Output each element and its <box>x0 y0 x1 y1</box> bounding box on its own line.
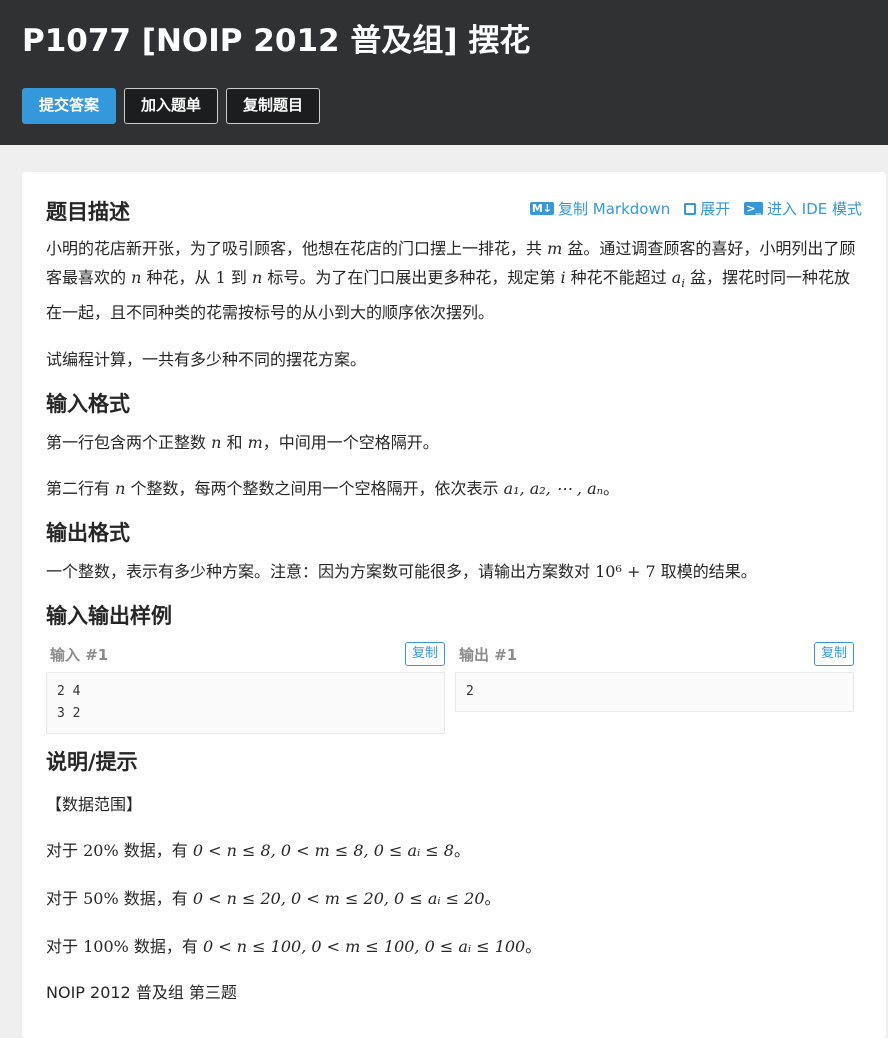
page-title: P1077 [NOIP 2012 普及组] 摆花 <box>22 23 531 59</box>
problem-source: NOIP 2012 普及组 第三题 <box>46 983 237 1003</box>
input-format-line-2: 第二行有 n 个整数，每两个整数之间用一个空格隔开，依次表示 a₁, a₂, ⋯… <box>46 479 620 499</box>
expand-icon <box>684 202 697 215</box>
data-range-label: 【数据范围】 <box>46 795 143 815</box>
data-range-50: 对于 50% 数据，有 0 < n ≤ 20, 0 < m ≤ 20, 0 ≤ … <box>46 889 501 909</box>
sample-input: 输入 #1 复制 2 4 3 2 <box>46 640 445 735</box>
description-paragraph: 小明的花店新开张，为了吸引顾客，他想在花店的门口摆上一排花，共 m 盆。通过调查… <box>46 239 856 323</box>
description-question: 试编程计算，一共有多少种不同的摆花方案。 <box>46 350 367 370</box>
sample-output-content: 2 <box>455 672 854 713</box>
sample-output-label: 输出 #1 <box>459 645 518 664</box>
copy-problem-button[interactable]: 复制题目 <box>226 88 321 124</box>
copy-input-button[interactable]: 复制 <box>404 642 445 667</box>
data-range-20: 对于 20% 数据，有 0 < n ≤ 8, 0 < m ≤ 8, 0 ≤ aᵢ… <box>46 841 470 861</box>
submit-answer-button[interactable]: 提交答案 <box>22 88 117 124</box>
input-format-title: 输入格式 <box>46 392 130 417</box>
problem-header: P1077 [NOIP 2012 普及组] 摆花 提交答案 加入题单 复制题目 <box>0 0 888 145</box>
data-range-100: 对于 100% 数据，有 0 < n ≤ 100, 0 < m ≤ 100, 0… <box>46 937 542 957</box>
output-format-title: 输出格式 <box>46 521 130 546</box>
problem-toolbar: M↓ 复制 Markdown 展开 >_ 进入 IDE 模式 <box>529 198 862 219</box>
add-to-list-button[interactable]: 加入题单 <box>124 88 219 124</box>
ide-mode-link[interactable]: >_ 进入 IDE 模式 <box>744 198 862 219</box>
input-format-line-1: 第一行包含两个正整数 n 和 m，中间用一个空格隔开。 <box>46 433 439 453</box>
terminal-icon: >_ <box>744 202 763 215</box>
sample-output: 输出 #1 复制 2 <box>455 640 854 734</box>
sample-input-content: 2 4 3 2 <box>46 672 445 735</box>
samples-container: 输入 #1 复制 2 4 3 2 输出 #1 复制 2 <box>46 640 862 735</box>
sample-input-label: 输入 #1 <box>50 645 109 664</box>
markdown-icon: M↓ <box>529 202 555 215</box>
hint-title: 说明/提示 <box>46 750 138 775</box>
copy-markdown-link[interactable]: M↓ 复制 Markdown <box>529 198 670 219</box>
output-format-line: 一个整数，表示有多少种方案。注意：因为方案数可能很多，请输出方案数对 10⁶ +… <box>46 562 757 582</box>
action-bar: 提交答案 加入题单 复制题目 <box>22 88 866 124</box>
problem-card: 题目描述 M↓ 复制 Markdown 展开 >_ 进入 IDE 模式 小明的花… <box>22 172 886 1038</box>
samples-title: 输入输出样例 <box>46 604 172 629</box>
copy-output-button[interactable]: 复制 <box>813 642 854 667</box>
expand-link[interactable]: 展开 <box>684 198 730 219</box>
